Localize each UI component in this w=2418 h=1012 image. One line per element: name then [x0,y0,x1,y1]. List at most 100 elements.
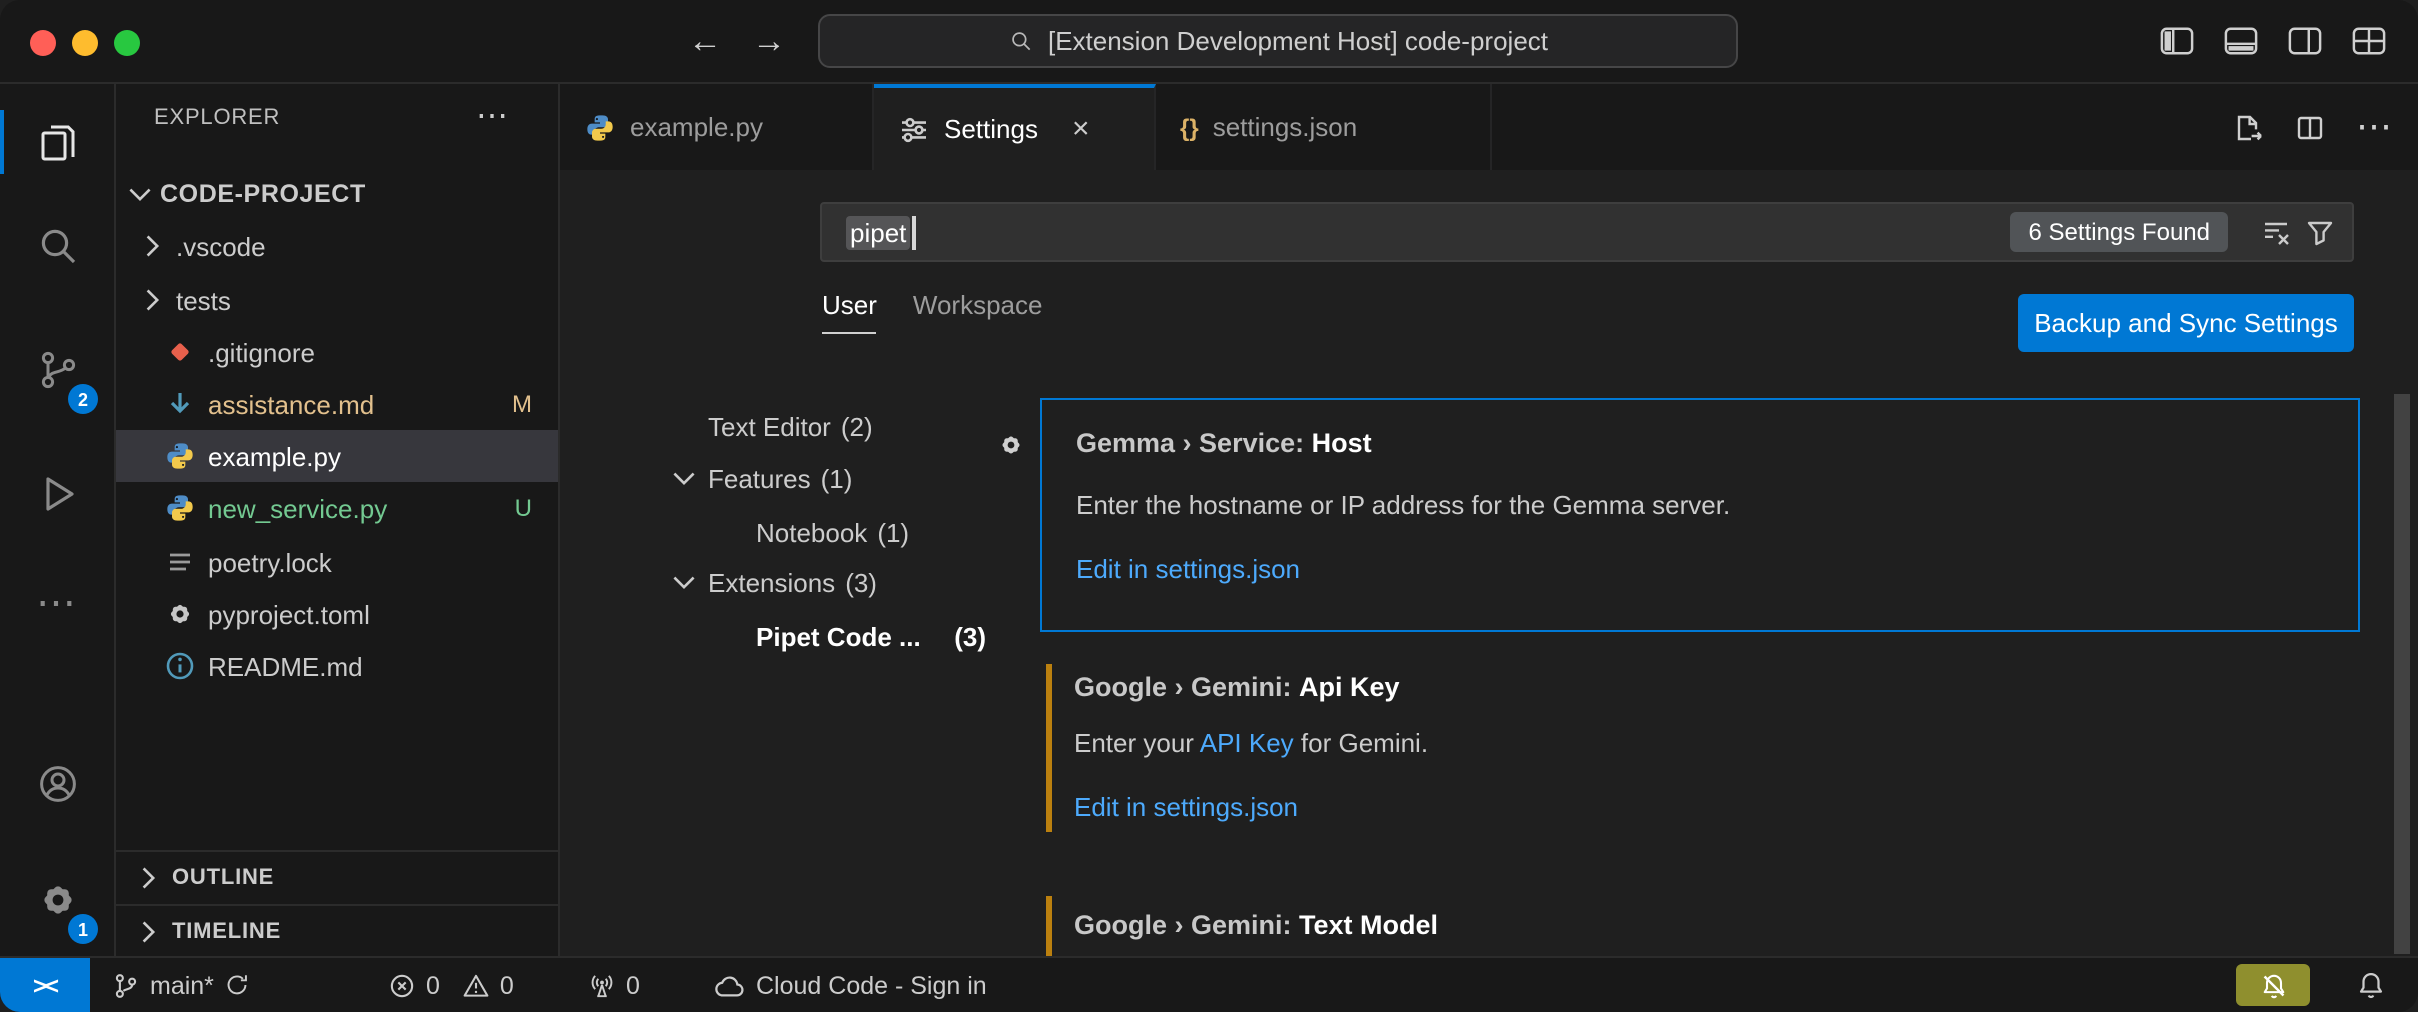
open-settings-json-icon[interactable] [2232,111,2264,143]
customize-layout-icon[interactable] [2352,26,2386,56]
tab-label: settings.json [1213,112,1358,142]
scope-tab-user[interactable]: User [822,290,877,334]
sidebar-title: EXPLORER [154,106,280,130]
toc-count: (3) [845,567,877,597]
tree-item-new-service-py[interactable]: new_service.py U [116,482,560,534]
notifications-status-item[interactable] [2356,958,2386,1012]
branch-status-item[interactable]: main* [112,958,250,1012]
activity-explorer[interactable] [0,94,114,190]
activity-more[interactable]: ⋯ [0,554,114,650]
settings-sliders-icon [898,113,930,145]
toc-text-editor[interactable]: Text Editor (2) [660,400,990,452]
toc-extensions[interactable]: Extensions (3) [660,556,990,608]
cloud-icon [712,971,746,999]
tree-item-vscode[interactable]: .vscode [116,220,560,272]
scope-tab-workspace[interactable]: Workspace [913,290,1043,332]
clear-search-filters-icon[interactable] [2260,216,2292,248]
branch-name: main* [150,971,214,999]
toggle-secondary-sidebar-icon[interactable] [2288,26,2322,56]
item-label: README.md [208,651,363,681]
item-label: tests [176,285,231,315]
toc-notebook[interactable]: Notebook (1) [660,506,990,558]
tree-item-gitignore[interactable]: .gitignore [116,326,560,378]
api-key-link[interactable]: API Key [1200,728,1294,758]
tree-root-code-project[interactable]: CODE-PROJECT [116,168,560,220]
active-indicator [0,110,4,174]
toc-pipet-code[interactable]: Pipet Code ... (3) [660,610,990,662]
macos-close-button[interactable] [30,30,56,56]
tree-item-pyproject-toml[interactable]: pyproject.toml [116,588,560,640]
setting-title: Gemma › Service: Host [1076,428,1372,458]
activity-settings[interactable]: 1 [0,852,114,948]
gear-icon [996,430,1026,460]
settings-search-input[interactable]: pipet 6 Settings Found [820,202,2354,262]
python-file-icon [164,492,196,524]
filter-funnel-icon[interactable] [2304,216,2336,248]
toc-features[interactable]: Features (1) [660,452,990,504]
item-label: poetry.lock [208,547,332,577]
item-label: .gitignore [208,337,315,367]
tree-item-tests[interactable]: tests [116,274,560,326]
json-braces-icon: {} [1180,113,1199,141]
item-label: assistance.md [208,389,374,419]
activity-run-debug[interactable] [0,446,114,542]
close-icon[interactable]: × [1072,115,1090,143]
remote-indicator[interactable]: >< [0,958,90,1012]
title-bar: ← → [Extension Development Host] code-pr… [0,0,2418,84]
section-timeline[interactable]: TIMELINE [116,904,560,956]
tree-item-assistance-md[interactable]: assistance.md M [116,378,560,430]
more-actions-icon[interactable]: ⋯ [2356,106,2394,148]
item-label: example.py [208,441,341,471]
section-label: TIMELINE [172,920,281,944]
activity-bar: 2 ⋯ 1 [0,84,116,956]
sidebar-header: EXPLORER ⋯ [116,84,560,152]
setting-category: Google › Gemini: [1074,672,1299,702]
tree-item-example-py[interactable]: example.py [116,430,560,482]
tab-settings[interactable]: Settings × [874,84,1156,170]
macos-zoom-button[interactable] [114,30,140,56]
more-actions-icon[interactable]: ⋯ [476,96,508,136]
edit-in-settings-json-link[interactable]: Edit in settings.json [1074,792,1298,822]
toc-count: (2) [841,411,873,441]
tab-label: Settings [944,114,1038,144]
back-icon[interactable]: ← [688,18,722,66]
activity-source-control[interactable]: 2 [0,322,114,418]
setting-description: Enter your API Key for Gemini. [1074,728,1428,758]
description-text: Enter your [1074,728,1200,758]
setting-actions-gear[interactable] [996,428,1026,460]
problems-status-item[interactable]: 0 0 [388,958,514,1012]
app-root: ← → [Extension Development Host] code-pr… [0,0,2418,1012]
setting-name: Host [1312,428,1372,458]
cloud-code-status-item[interactable]: Cloud Code - Sign in [712,958,987,1012]
tab-settings-json[interactable]: {} settings.json [1156,84,1492,170]
backup-sync-settings-button[interactable]: Backup and Sync Settings [2018,294,2354,352]
description-text: for Gemini. [1294,728,1428,758]
tree-item-readme-md[interactable]: README.md [116,640,560,692]
macos-minimize-button[interactable] [72,30,98,56]
cloud-code-label: Cloud Code - Sign in [756,971,987,999]
activity-search[interactable] [0,198,114,294]
section-outline[interactable]: OUTLINE [116,850,560,904]
branch-icon [112,971,140,999]
toggle-primary-sidebar-icon[interactable] [2160,26,2194,56]
ports-status-item[interactable]: 0 [588,958,640,1012]
scm-badge: 2 [68,384,98,414]
edit-in-settings-json-link[interactable]: Edit in settings.json [1076,554,1300,584]
chevron-right-icon [132,862,164,894]
tab-example-py[interactable]: example.py [560,84,874,170]
forward-icon[interactable]: → [752,18,786,66]
titlebar-layout-controls [2160,26,2386,56]
markdown-file-icon [164,388,196,420]
activity-account[interactable] [0,736,114,832]
setting-name: Api Key [1299,672,1400,702]
split-editor-icon[interactable] [2294,111,2326,143]
info-file-icon [164,650,196,682]
scrollbar-thumb[interactable] [2394,394,2410,954]
tree-item-poetry-lock[interactable]: poetry.lock [116,536,560,588]
setting-title: Google › Gemini: Text Model [1074,910,1438,940]
command-center-search[interactable]: [Extension Development Host] code-projec… [818,14,1738,68]
toggle-panel-icon[interactable] [2224,26,2258,56]
setting-row-gemma-service-host[interactable]: Gemma › Service: Host Enter the hostname… [1040,398,2360,632]
modified-indicator-bar [1046,896,1052,956]
do-not-disturb-status-item[interactable] [2236,964,2310,1006]
